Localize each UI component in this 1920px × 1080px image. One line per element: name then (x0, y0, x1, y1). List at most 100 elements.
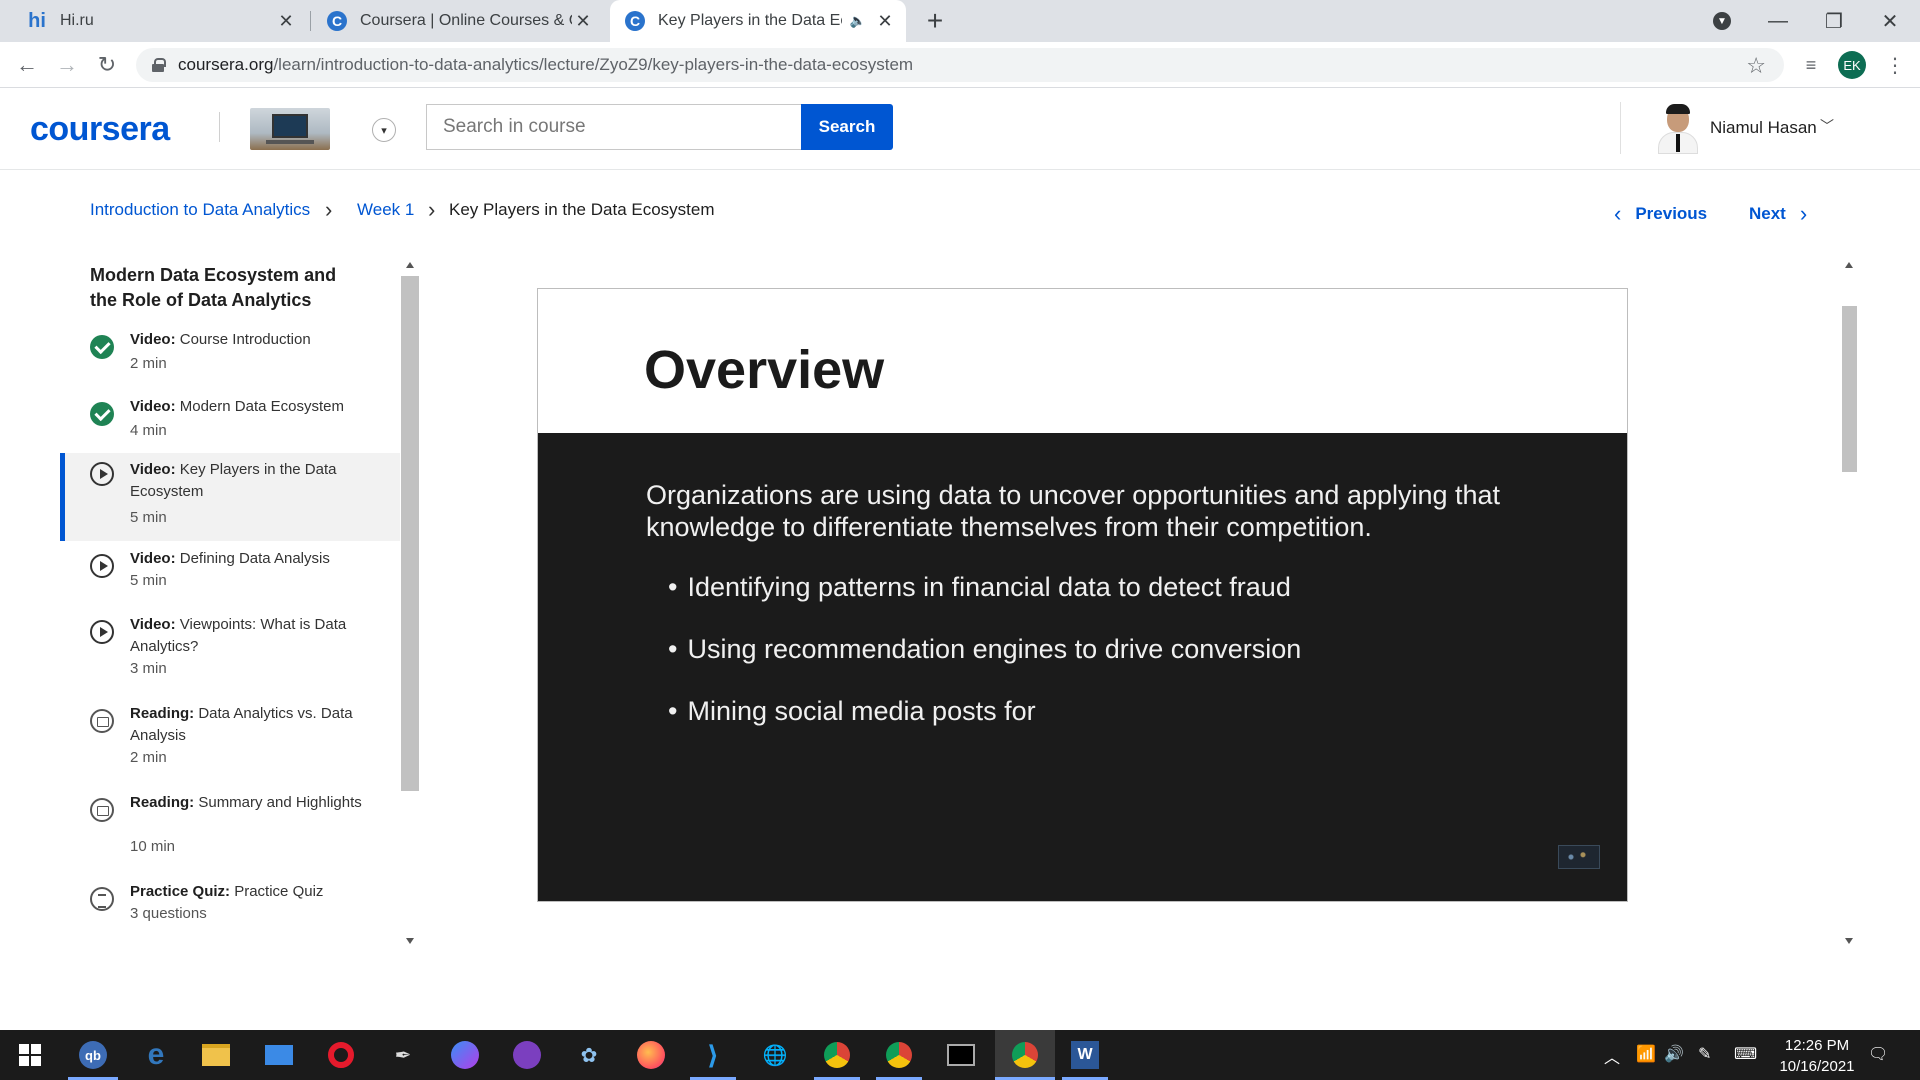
bookmark-star-icon[interactable]: ☆ (1746, 53, 1766, 79)
header-divider (1620, 102, 1621, 154)
notifications-icon[interactable]: 🗨 (1868, 1044, 1888, 1064)
scrollbar-thumb[interactable] (1842, 306, 1857, 472)
messenger-icon[interactable] (449, 1039, 481, 1071)
restore-icon[interactable]: ❐ (1806, 0, 1862, 42)
tab-separator (310, 11, 311, 31)
tab-hi-ru[interactable]: hi Hi.ru ✕ (12, 0, 307, 42)
outline-item[interactable]: Practice Quiz: Practice Quiz 3 questions (60, 881, 400, 943)
outline-item[interactable]: Video: Course Introduction 2 min (60, 327, 400, 389)
word-icon[interactable]: W (1069, 1039, 1101, 1071)
outline-item[interactable]: Video: Modern Data Ecosystem 4 min (60, 394, 400, 456)
breadcrumb-current: Key Players in the Data Ecosystem (449, 200, 715, 219)
close-icon[interactable]: ✕ (572, 10, 594, 32)
search-input[interactable]: Search in course (426, 104, 802, 150)
sidebar-scrollbar[interactable] (400, 258, 420, 948)
page-scrollbar[interactable] (1838, 258, 1860, 948)
play-circle-icon (90, 554, 114, 578)
browser-tab-bar: hi Hi.ru ✕ C Coursera | Online Courses &… (0, 0, 1920, 42)
clock-date: 10/16/2021 (1779, 1058, 1855, 1075)
clock-time: 12:26 PM (1784, 1037, 1850, 1054)
chrome-icon[interactable] (821, 1039, 853, 1071)
browser-profile-avatar[interactable]: EK (1838, 51, 1866, 79)
previous-button[interactable]: ‹ Previous (1614, 201, 1707, 227)
scroll-up-arrow-icon[interactable] (406, 262, 414, 268)
close-icon[interactable]: ✕ (874, 10, 896, 32)
chevron-down-icon[interactable]: ▾ (372, 118, 396, 142)
new-tab-icon[interactable]: + (920, 5, 950, 36)
url-domain: coursera.org (178, 55, 274, 74)
avatar[interactable] (1654, 104, 1702, 154)
window-close-icon[interactable]: ✕ (1862, 0, 1918, 42)
outline-item[interactable]: Reading: Summary and Highlights 10 min (60, 792, 400, 876)
vscode-icon[interactable]: ⟩ (697, 1039, 729, 1071)
url-path: /learn/introduction-to-data-analytics/le… (273, 55, 914, 74)
qbittorrent-icon[interactable]: qb (77, 1039, 109, 1071)
coursera-logo[interactable]: coursera (30, 110, 170, 149)
edge-icon[interactable]: e (140, 1038, 172, 1071)
tab-title: Coursera | Online Courses & Credentials (360, 12, 572, 29)
reading-icon (90, 709, 114, 733)
next-button[interactable]: Next › (1749, 201, 1807, 227)
volume-icon[interactable]: 🔊 (1664, 1044, 1684, 1064)
wifi-icon[interactable]: 📶 (1636, 1044, 1656, 1064)
search-button[interactable]: Search (801, 104, 893, 150)
header-divider (219, 112, 220, 142)
chrome-ek-icon[interactable] (1009, 1039, 1041, 1071)
taskbar-clock[interactable]: 12:26 PM 10/16/2021 (1772, 1035, 1862, 1077)
outline-item[interactable]: Video: Viewpoints: What is Data Analytic… (60, 614, 400, 698)
terminal-icon[interactable] (945, 1039, 977, 1071)
start-icon[interactable] (14, 1039, 46, 1071)
check-circle-icon (90, 402, 114, 426)
course-thumbnail[interactable] (250, 108, 330, 150)
paint-icon[interactable]: ✿ (573, 1039, 605, 1071)
scroll-up-arrow-icon[interactable] (1845, 262, 1853, 268)
chevron-right-icon: › (325, 197, 333, 222)
firefox-icon[interactable] (635, 1039, 667, 1071)
coursera-icon: C (326, 10, 348, 32)
breadcrumb-week[interactable]: Week 1 (357, 200, 414, 220)
opera-icon[interactable] (325, 1039, 357, 1071)
inkscape-icon[interactable]: ✒ (387, 1039, 419, 1071)
slide-bullet: Using recommendation engines to drive co… (668, 634, 1301, 665)
forward-arrow-icon[interactable]: → (52, 50, 82, 80)
user-name[interactable]: Niamul Hasan (1710, 118, 1817, 138)
play-circle-icon (90, 620, 114, 644)
file-explorer-icon[interactable] (200, 1039, 232, 1071)
tab-search-icon[interactable]: ▼ (1694, 0, 1750, 42)
keyboard-icon[interactable]: ⌨ (1734, 1044, 1757, 1064)
browser-toolbar: ← → ↻ coursera.org/learn/introduction-to… (0, 42, 1920, 88)
outline-item-current[interactable]: Video: Key Players in the Data Ecosystem… (60, 453, 400, 541)
scroll-down-arrow-icon[interactable] (1845, 938, 1853, 944)
slide-bullet: Identifying patterns in financial data t… (668, 572, 1290, 603)
breadcrumb-course[interactable]: Introduction to Data Analytics (90, 200, 310, 220)
video-player[interactable]: Overview Organizations are using data to… (537, 288, 1628, 902)
outline-item[interactable]: Video: Defining Data Analysis 5 min (60, 548, 400, 610)
lock-icon[interactable] (152, 58, 166, 72)
scroll-down-arrow-icon[interactable] (406, 938, 414, 944)
address-bar[interactable]: coursera.org/learn/introduction-to-data-… (136, 48, 1784, 82)
quiz-icon (90, 887, 114, 911)
speaker-icon[interactable]: 🔈 (850, 13, 866, 29)
reading-list-icon[interactable]: ≡ (1796, 50, 1826, 80)
previous-label: Previous (1635, 204, 1708, 223)
check-circle-icon (90, 335, 114, 359)
close-icon[interactable]: ✕ (275, 10, 297, 32)
chevron-right-icon: › (1799, 201, 1808, 226)
mail-icon[interactable] (263, 1039, 295, 1071)
pen-icon[interactable]: ✎ (1698, 1044, 1711, 1064)
browser-menu-icon[interactable]: ⋮ (1880, 50, 1910, 80)
outline-item[interactable]: Reading: Data Analytics vs. Data Analysi… (60, 703, 400, 787)
coursera-header: coursera ▾ Search in course Search Niamu… (0, 88, 1920, 170)
chrome-profile-icon[interactable] (883, 1039, 915, 1071)
back-arrow-icon[interactable]: ← (12, 50, 42, 80)
scrollbar-thumb[interactable] (401, 276, 419, 791)
chevron-down-icon[interactable]: ﹀ (1820, 116, 1834, 136)
globe-app-icon[interactable]: 🌐 (759, 1039, 791, 1071)
coursera-icon: C (624, 10, 646, 32)
show-hidden-icons-icon[interactable]: ︿ (1604, 1044, 1620, 1068)
minimize-icon[interactable]: — (1750, 0, 1806, 42)
reload-icon[interactable]: ↻ (92, 50, 122, 80)
tab-key-players[interactable]: C Key Players in the Data Ecosystem 🔈 ✕ (610, 0, 906, 42)
tab-coursera[interactable]: C Coursera | Online Courses & Credential… (312, 0, 604, 42)
github-desktop-icon[interactable] (511, 1039, 543, 1071)
